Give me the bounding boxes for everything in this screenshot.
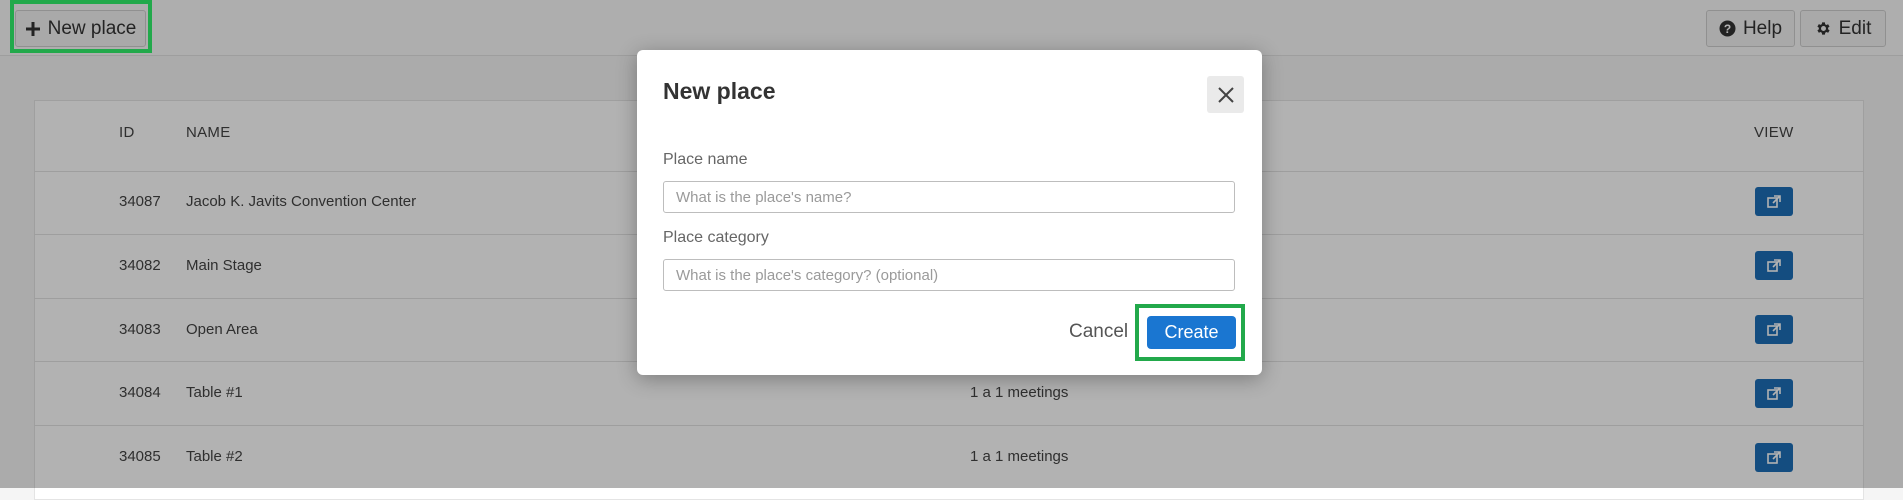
cancel-button[interactable]: Cancel: [1069, 321, 1128, 343]
create-button[interactable]: Create: [1147, 316, 1236, 349]
dialog-title: New place: [663, 78, 776, 104]
place-name-label: Place name: [663, 151, 748, 168]
new-place-dialog: New place Place name Place category Canc…: [637, 50, 1262, 375]
close-button[interactable]: [1207, 76, 1244, 113]
place-name-input[interactable]: [663, 181, 1235, 213]
place-category-input[interactable]: [663, 259, 1235, 291]
close-icon: [1217, 86, 1234, 103]
place-category-label: Place category: [663, 229, 769, 246]
